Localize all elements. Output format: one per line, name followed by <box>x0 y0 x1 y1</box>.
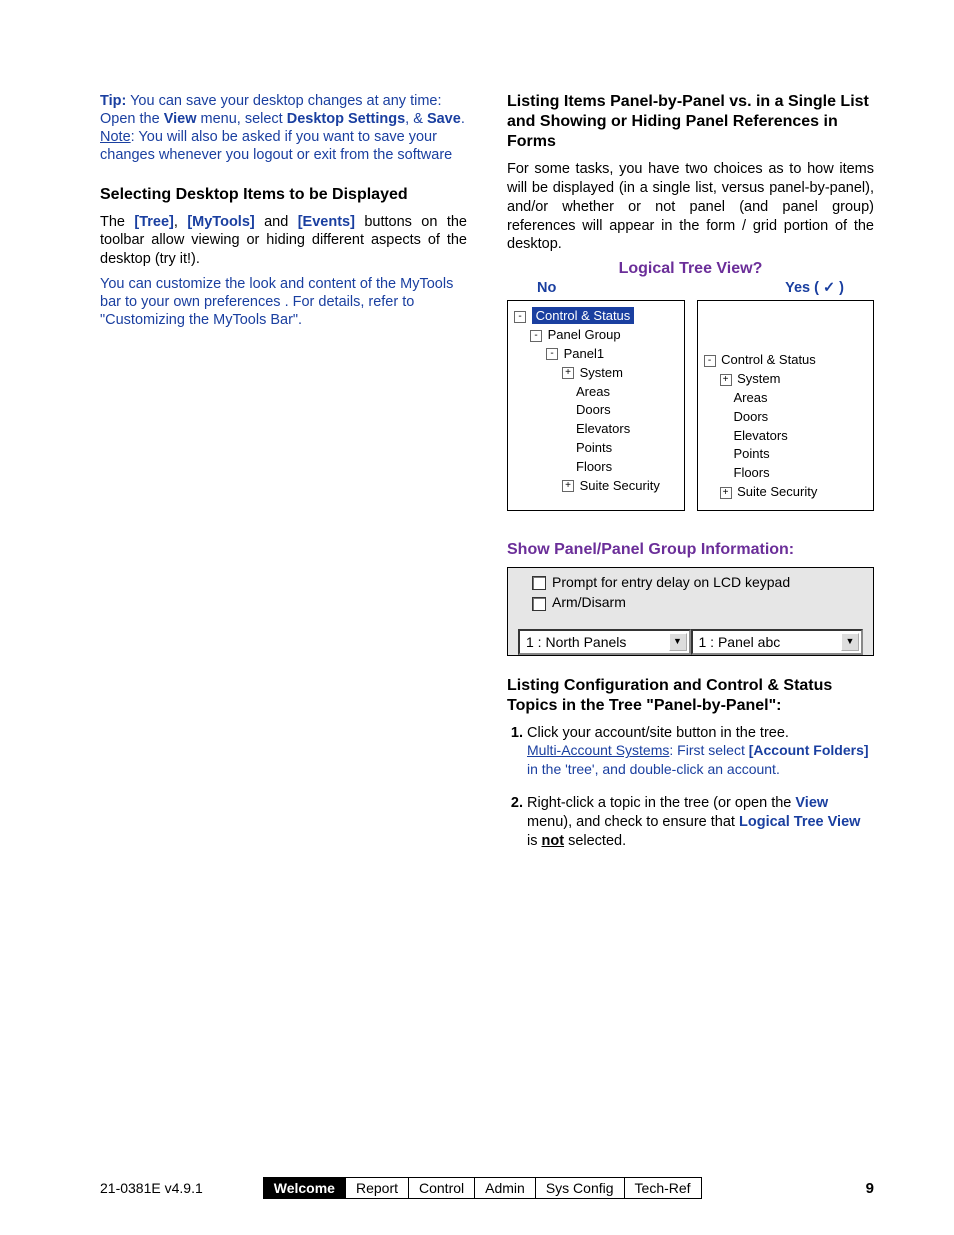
tree-no-logical: - Control & Status - Panel Group - Panel… <box>507 300 685 511</box>
tree-item[interactable]: Control & Status <box>532 307 635 324</box>
tree-item[interactable]: Panel Group <box>548 327 621 342</box>
events-button-ref: [Events] <box>298 214 355 230</box>
expand-icon[interactable]: - <box>530 330 542 342</box>
tab-welcome[interactable]: Welcome <box>264 1178 346 1198</box>
heading-listing-items: Listing Items Panel-by-Panel vs. in a Si… <box>507 92 874 152</box>
footer-tabs: Welcome Report Control Admin Sys Config … <box>263 1177 702 1199</box>
page-number: 9 <box>866 1180 874 1197</box>
tree-item[interactable]: Floors <box>576 459 612 474</box>
expand-icon[interactable]: - <box>704 355 716 367</box>
tree-header-yes: Yes ( ✓ ) <box>785 280 844 296</box>
tree-yes-logical: - Control & Status + System Areas Doors … <box>697 300 875 511</box>
mytools-button-ref: [MyTools] <box>187 214 254 230</box>
checkbox-row[interactable]: Prompt for entry delay on LCD keypad <box>532 574 863 590</box>
tree-item[interactable]: Suite Security <box>580 478 660 493</box>
logical-tree-question: Logical Tree View? <box>507 260 874 278</box>
expand-icon[interactable]: - <box>514 311 526 323</box>
tip-paragraph: Tip: You can save your desktop changes a… <box>100 92 467 165</box>
tree-item[interactable]: Elevators <box>734 428 788 443</box>
expand-icon[interactable]: + <box>562 480 574 492</box>
checkbox-icon[interactable] <box>532 597 546 611</box>
tree-item[interactable]: Doors <box>734 409 769 424</box>
tree-item[interactable]: Floors <box>734 465 770 480</box>
expand-icon[interactable]: + <box>720 487 732 499</box>
paragraph-toolbar-buttons: The [Tree], [MyTools] and [Events] butto… <box>100 213 467 270</box>
doc-id: 21-0381E v4.9.1 <box>100 1180 203 1196</box>
tree-item[interactable]: Areas <box>734 390 768 405</box>
tree-item[interactable]: Control & Status <box>721 352 816 367</box>
heading-show-panel-info: Show Panel/Panel Group Information: <box>507 541 874 559</box>
steps-list: Click your account/site button in the tr… <box>507 724 874 851</box>
tab-tech-ref[interactable]: Tech-Ref <box>625 1178 701 1198</box>
tab-admin[interactable]: Admin <box>475 1178 536 1198</box>
tree-item[interactable]: Areas <box>576 384 610 399</box>
tree-item[interactable]: System <box>580 365 623 380</box>
tree-item[interactable]: Points <box>734 446 770 461</box>
step-2: Right-click a topic in the tree (or open… <box>527 794 874 851</box>
tree-item[interactable]: Suite Security <box>737 484 817 499</box>
tree-item[interactable]: System <box>737 371 780 386</box>
chevron-down-icon[interactable]: ▼ <box>669 633 687 651</box>
page-footer: 21-0381E v4.9.1 Welcome Report Control A… <box>100 1177 874 1199</box>
heading-listing-config: Listing Configuration and Control & Stat… <box>507 676 874 716</box>
step-1: Click your account/site button in the tr… <box>527 724 874 781</box>
tree-item[interactable]: Points <box>576 440 612 455</box>
expand-icon[interactable]: + <box>720 374 732 386</box>
chevron-down-icon[interactable]: ▼ <box>841 633 859 651</box>
tip-label: Tip: <box>100 93 126 109</box>
paragraph-two-choices: For some tasks, you have two choices as … <box>507 160 874 254</box>
checkbox-row[interactable]: Arm/Disarm <box>532 594 863 610</box>
tab-control[interactable]: Control <box>409 1178 475 1198</box>
tree-comparison: - Control & Status - Panel Group - Panel… <box>507 300 874 511</box>
tree-button-ref: [Tree] <box>134 214 174 230</box>
panel-info-box: Prompt for entry delay on LCD keypad Arm… <box>507 567 874 656</box>
checkbox-icon[interactable] <box>532 576 546 590</box>
tab-report[interactable]: Report <box>346 1178 409 1198</box>
tree-item[interactable]: Elevators <box>576 421 630 436</box>
mytools-customize-note: You can customize the look and content o… <box>100 275 467 329</box>
tree-item[interactable]: Panel1 <box>564 346 604 361</box>
expand-icon[interactable]: + <box>562 367 574 379</box>
tree-item[interactable]: Doors <box>576 402 611 417</box>
tree-header-row: No Yes ( ✓ ) <box>507 280 874 296</box>
expand-icon[interactable]: - <box>546 348 558 360</box>
panel-dropdown[interactable]: 1 : Panel abc ▼ <box>691 629 864 655</box>
tree-header-no: No <box>537 280 556 296</box>
tab-sys-config[interactable]: Sys Config <box>536 1178 625 1198</box>
panel-group-dropdown[interactable]: 1 : North Panels ▼ <box>518 629 691 655</box>
heading-selecting: Selecting Desktop Items to be Displayed <box>100 185 467 205</box>
